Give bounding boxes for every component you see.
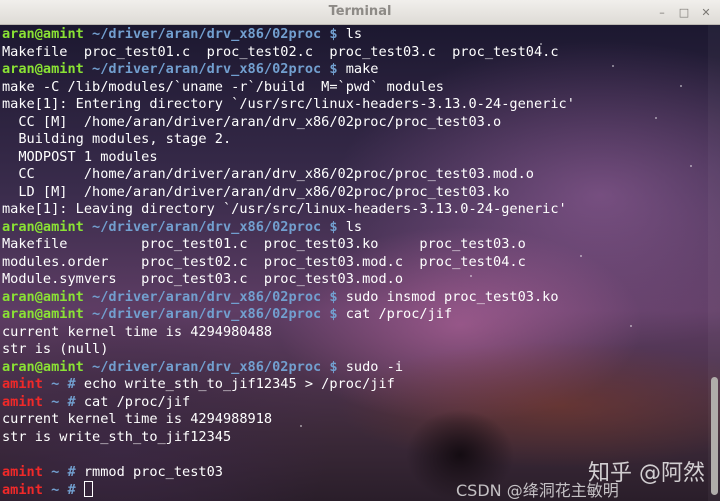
output-text: LD [M] /home/aran/driver/aran/drv_x86/02… bbox=[2, 183, 510, 200]
prompt-host: aran@amint bbox=[2, 26, 84, 42]
terminal-window: Terminal – □ ✕ aran@amint ~/driver/aran/… bbox=[0, 0, 720, 501]
prompt-host: amint bbox=[2, 376, 43, 392]
prompt-host: aran@amint bbox=[2, 288, 84, 305]
prompt-host: aran@amint bbox=[2, 306, 84, 322]
prompt-line: amint ~ # cat /proc/jif bbox=[2, 394, 575, 412]
maximize-icon[interactable]: □ bbox=[676, 4, 692, 20]
prompt-line: aran@amint ~/driver/aran/drv_x86/02proc … bbox=[2, 306, 575, 324]
prompt-host: aran@amint bbox=[2, 61, 84, 77]
output-line: make[1]: Leaving directory `/usr/src/lin… bbox=[2, 201, 575, 219]
output-line: make -C /lib/modules/`uname -r`/build M=… bbox=[2, 79, 575, 97]
prompt-line: amint ~ # echo write_sth_to_jif12345 > /… bbox=[2, 376, 575, 394]
prompt-path: ~ # bbox=[42, 376, 84, 392]
output-line: Module.symvers proc_test03.c proc_test03… bbox=[2, 271, 575, 289]
output-line: LD [M] /home/aran/driver/aran/drv_x86/02… bbox=[2, 184, 575, 202]
output-line: str is (null) bbox=[2, 341, 575, 359]
prompt-host: amint bbox=[2, 482, 43, 498]
prompt-path: ~/driver/aran/drv_x86/02proc $ bbox=[83, 61, 346, 77]
output-line: MODPOST 1 modules bbox=[2, 149, 575, 167]
output-text: Building modules, stage 2. bbox=[2, 131, 232, 147]
prompt-line: aran@amint ~/driver/aran/drv_x86/02proc … bbox=[2, 359, 575, 377]
prompt-host: aran@amint bbox=[2, 358, 84, 375]
output-line: Makefile proc_test01.c proc_test02.c pro… bbox=[2, 44, 575, 62]
output-text: Makefile proc_test01.c proc_test03.ko pr… bbox=[2, 236, 526, 252]
prompt-host: amint bbox=[2, 463, 43, 480]
output-line: CC /home/aran/driver/aran/drv_x86/02proc… bbox=[2, 166, 575, 184]
output-text: str is write_sth_to_jif12345 bbox=[2, 428, 232, 445]
output-line: Building modules, stage 2. bbox=[2, 131, 575, 149]
prompt-line: aran@amint ~/driver/aran/drv_x86/02proc … bbox=[2, 289, 575, 307]
prompt-line: aran@amint ~/driver/aran/drv_x86/02proc … bbox=[2, 219, 575, 237]
prompt-path: ~/driver/aran/drv_x86/02proc $ bbox=[83, 288, 346, 305]
output-text: str is (null) bbox=[2, 341, 109, 357]
command-text: sudo insmod proc_test03.ko bbox=[345, 288, 559, 305]
command-text: ls bbox=[345, 218, 363, 235]
output-text: make[1]: Entering directory `/usr/src/li… bbox=[2, 96, 575, 112]
output-text: make[1]: Leaving directory `/usr/src/lin… bbox=[2, 201, 567, 217]
minimize-icon[interactable]: – bbox=[654, 4, 670, 20]
output-text: Makefile proc_test01.c proc_test02.c pro… bbox=[2, 43, 559, 60]
prompt-line: aran@amint ~/driver/aran/drv_x86/02proc … bbox=[2, 26, 575, 44]
prompt-host: amint bbox=[2, 393, 43, 410]
prompt-path: ~ # bbox=[42, 393, 84, 410]
command-text: ls bbox=[345, 26, 363, 42]
output-text: CC [M] /home/aran/driver/aran/drv_x86/02… bbox=[2, 113, 502, 130]
command-text: sudo -i bbox=[345, 358, 404, 375]
prompt-path: ~/driver/aran/drv_x86/02proc $ bbox=[83, 358, 346, 375]
command-text: make bbox=[345, 61, 379, 77]
prompt-path: ~/driver/aran/drv_x86/02proc $ bbox=[83, 26, 346, 42]
prompt-path: ~ # bbox=[42, 482, 84, 498]
prompt-line: aran@amint ~/driver/aran/drv_x86/02proc … bbox=[2, 61, 575, 79]
command-text: echo write_sth_to_jif12345 > /proc/jif bbox=[83, 376, 395, 392]
output-text: current kernel time is 4294980488 bbox=[2, 323, 273, 340]
output-line: current kernel time is 4294988918 bbox=[2, 411, 575, 429]
output-text: modules.order proc_test02.c proc_test03.… bbox=[2, 253, 526, 270]
close-icon[interactable]: ✕ bbox=[698, 4, 714, 20]
prompt-path: ~ # bbox=[42, 463, 84, 480]
output-line: make[1]: Entering directory `/usr/src/li… bbox=[2, 96, 575, 114]
output-text: current kernel time is 4294988918 bbox=[2, 411, 273, 427]
output-line: modules.order proc_test02.c proc_test03.… bbox=[2, 254, 575, 272]
window-title: Terminal bbox=[328, 4, 392, 19]
terminal-area[interactable]: aran@amint ~/driver/aran/drv_x86/02proc … bbox=[0, 25, 720, 501]
prompt-path: ~/driver/aran/drv_x86/02proc $ bbox=[83, 306, 346, 322]
scrollbar-thumb[interactable] bbox=[711, 377, 718, 495]
output-text: CC /home/aran/driver/aran/drv_x86/02proc… bbox=[2, 166, 534, 182]
title-bar[interactable]: Terminal – □ ✕ bbox=[0, 0, 720, 25]
text-cursor bbox=[83, 481, 93, 497]
scrollbar[interactable] bbox=[708, 25, 720, 501]
output-text: Module.symvers proc_test03.c proc_test03… bbox=[2, 271, 404, 287]
output-line: Makefile proc_test01.c proc_test03.ko pr… bbox=[2, 236, 575, 254]
command-text: rmmod proc_test03 bbox=[83, 463, 223, 480]
command-text: cat /proc/jif bbox=[83, 393, 191, 410]
terminal-output: aran@amint ~/driver/aran/drv_x86/02proc … bbox=[2, 26, 575, 499]
output-text: make -C /lib/modules/`uname -r`/build M=… bbox=[2, 78, 444, 95]
csdn-watermark: CSDN @绛洞花主敏明 bbox=[456, 481, 619, 500]
output-line: current kernel time is 4294980488 bbox=[2, 324, 575, 342]
output-text: MODPOST 1 modules bbox=[2, 148, 158, 165]
output-line: CC [M] /home/aran/driver/aran/drv_x86/02… bbox=[2, 114, 575, 132]
prompt-host: aran@amint bbox=[2, 218, 84, 235]
command-text: cat /proc/jif bbox=[345, 306, 453, 322]
prompt-path: ~/driver/aran/drv_x86/02proc $ bbox=[83, 218, 346, 235]
output-line: str is write_sth_to_jif12345 bbox=[2, 429, 575, 447]
window-controls: – □ ✕ bbox=[654, 4, 714, 20]
